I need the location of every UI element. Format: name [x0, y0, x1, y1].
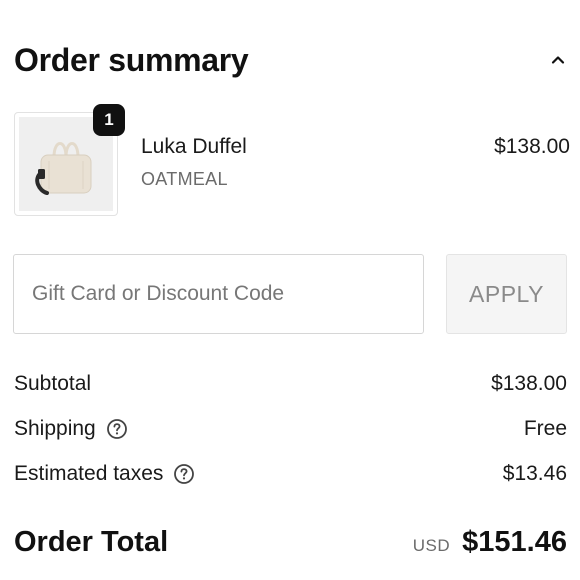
page-title: Order summary	[14, 42, 249, 78]
order-total-amount: USD $151.46	[413, 520, 567, 564]
quantity-badge: 1	[93, 104, 125, 136]
subtotal-row: Subtotal $138.00	[14, 369, 567, 399]
taxes-label-text: Estimated taxes	[14, 462, 164, 485]
question-circle-icon[interactable]	[173, 463, 195, 485]
product-variant: OATMEAL	[141, 169, 228, 189]
order-summary-panel: Order summary 1 Luka Duffel OATMEAL $138…	[0, 0, 580, 580]
product-price: $138.00	[494, 135, 570, 158]
currency-code: USD	[412, 536, 451, 555]
shipping-row: Shipping Free	[14, 414, 567, 444]
subtotal-label-text: Subtotal	[14, 372, 92, 395]
product-name: Luka Duffel	[141, 135, 247, 158]
apply-button[interactable]: APPLY	[446, 254, 567, 334]
question-circle-icon[interactable]	[106, 418, 128, 440]
shipping-label-text: Shipping	[14, 417, 96, 440]
order-total-label: Order Total	[14, 526, 169, 558]
taxes-row: Estimated taxes $13.46	[14, 459, 567, 489]
order-summary-header[interactable]: Order summary	[14, 38, 570, 86]
subtotal-value: $138.00	[491, 372, 567, 395]
taxes-value: $13.46	[502, 462, 567, 485]
shipping-value: Free	[523, 417, 567, 440]
order-total-value: $151.46	[462, 526, 567, 558]
order-total-row: Order Total USD $151.46	[14, 520, 567, 564]
line-item: 1 Luka Duffel OATMEAL $138.00	[14, 104, 570, 216]
chevron-up-icon[interactable]	[546, 48, 570, 72]
discount-code-input[interactable]	[13, 254, 424, 334]
subtotal-label: Subtotal	[14, 369, 91, 399]
taxes-label: Estimated taxes	[14, 459, 195, 489]
shipping-label: Shipping	[14, 414, 128, 444]
